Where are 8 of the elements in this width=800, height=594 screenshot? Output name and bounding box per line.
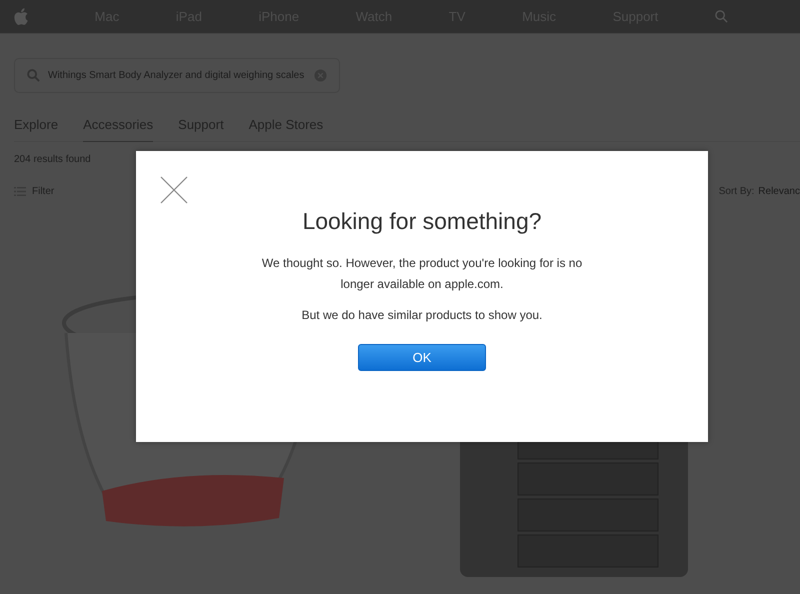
close-icon[interactable] bbox=[160, 176, 188, 204]
dialog-title: Looking for something? bbox=[301, 208, 543, 235]
dialog-message: We thought so. However, the product you're looking for is no longer available on apple.com. bbox=[260, 255, 584, 293]
apple-logo-icon[interactable] bbox=[14, 8, 28, 25]
search-icon bbox=[27, 69, 40, 82]
ok-button[interactable]: OK bbox=[358, 344, 486, 371]
dialog-message: But we do have similar products to show you. bbox=[300, 307, 544, 324]
search-icon[interactable] bbox=[714, 10, 728, 23]
